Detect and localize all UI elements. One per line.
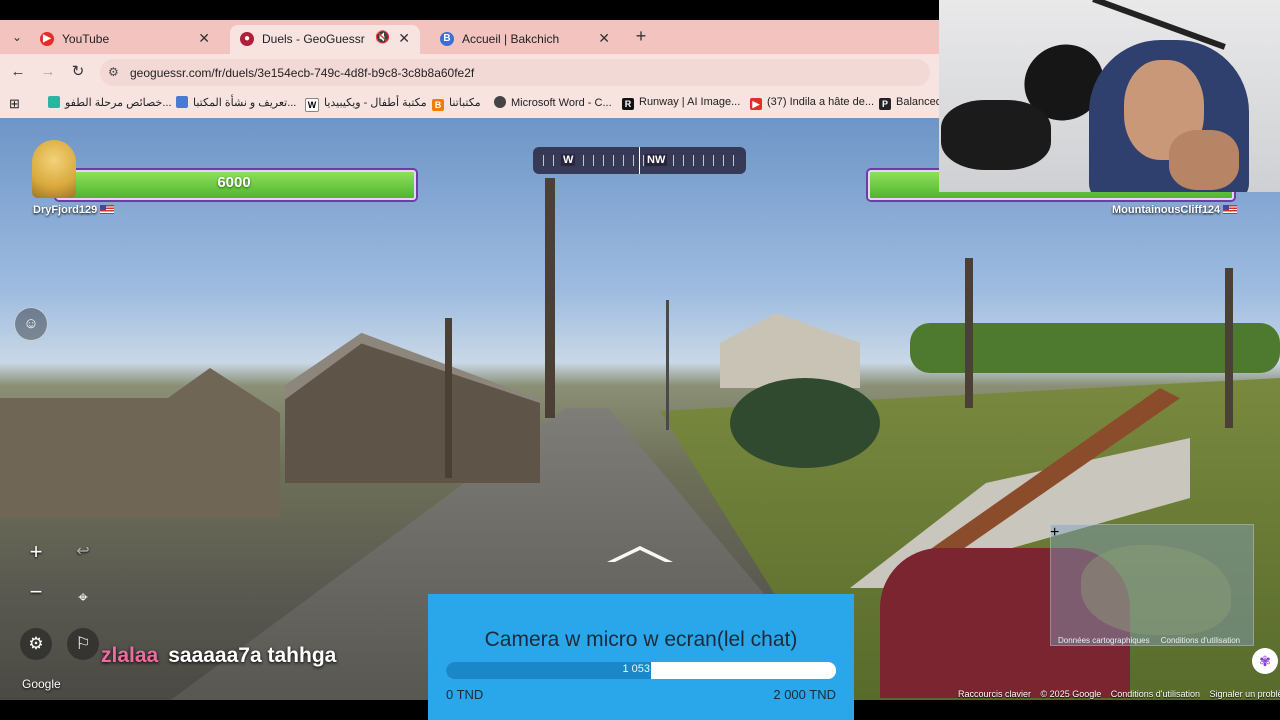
- globe-icon: [494, 96, 506, 108]
- close-icon[interactable]: ✕: [398, 30, 410, 47]
- back-arrow-icon[interactable]: ←: [8, 62, 28, 82]
- minimap-footer: Données cartographiques Conditions d'uti…: [1058, 636, 1240, 645]
- streamer-webcam: [939, 0, 1280, 192]
- bookmark-label: مكتباتنا: [449, 97, 481, 109]
- guess-minimap[interactable]: [1050, 524, 1254, 646]
- evergreen-bush: [730, 378, 880, 468]
- street-lamp: [666, 300, 669, 430]
- donation-goal-max: 2 000 TND: [773, 687, 836, 702]
- bookmark-label: تعريف و نشأة المكتبا...: [193, 97, 297, 109]
- bookmark-label: مكتبة أطفال - ويكيبيديا: [324, 97, 427, 109]
- address-bar[interactable]: ⚙ geoguessr.com/fr/duels/3e154ecb-749c-4…: [100, 59, 930, 86]
- location-pin-icon[interactable]: ⌖: [67, 582, 99, 614]
- minimap-zoom-in-icon[interactable]: +: [1050, 524, 1059, 542]
- new-tab-icon[interactable]: +: [632, 27, 650, 45]
- chat-message: saaaaa7a tahhga: [168, 644, 337, 667]
- tree-trunk: [545, 178, 555, 418]
- zoom-out-icon[interactable]: −: [24, 580, 48, 604]
- blogger-icon: B: [432, 99, 444, 111]
- tab-title: YouTube: [62, 32, 110, 46]
- tab-bakchich[interactable]: B Accueil | Bakchich ✕: [430, 25, 620, 54]
- reload-icon[interactable]: ↻: [68, 62, 88, 82]
- tab-title: Duels - GeoGuessr: [262, 32, 365, 46]
- geoguessr-pin-icon: ●: [240, 32, 254, 46]
- tab-search-icon[interactable]: ⌄: [6, 27, 28, 47]
- bookmark-item[interactable]: W مكتبة أطفال - ويكيبيديا: [305, 96, 427, 112]
- copyright-text: © 2025 Google: [1040, 689, 1102, 699]
- tree-trunk: [1225, 268, 1233, 428]
- stone-house: [0, 368, 280, 518]
- bookmark-item[interactable]: Microsoft Word - C...: [494, 96, 612, 112]
- player-left-name: DryFjord129: [33, 204, 115, 216]
- compass: W NW: [533, 147, 746, 174]
- runway-icon: R: [622, 98, 634, 110]
- extension-brain-icon[interactable]: ✾: [1252, 648, 1278, 674]
- minimap-land: [1081, 545, 1231, 635]
- apps-icon: [48, 96, 60, 108]
- tab-title: Accueil | Bakchich: [462, 32, 560, 46]
- keyboard-shortcuts-link[interactable]: Raccourcis clavier: [958, 689, 1031, 699]
- tab-youtube[interactable]: ▶ YouTube ✕: [30, 25, 220, 54]
- bookmark-item[interactable]: R Runway | AI Image...: [622, 96, 740, 112]
- player-name-text: DryFjord129: [33, 204, 98, 216]
- bakchich-b-icon: B: [440, 32, 454, 46]
- chat-username: zlalaa: [101, 644, 159, 667]
- bookmark-label: (37) Indila a hâte de...: [767, 96, 875, 108]
- youtube-icon: ▶: [750, 98, 762, 110]
- bookmark-item[interactable]: ▶ (37) Indila a hâte de...: [750, 96, 874, 112]
- chat-bubble-icon[interactable]: ☺: [14, 307, 48, 341]
- p-icon: P: [879, 98, 891, 110]
- bookmark-label: Microsoft Word - C...: [511, 97, 612, 109]
- bookmark-item[interactable]: خصائص مرحلة الطفو...: [48, 96, 172, 112]
- apps-grid-icon[interactable]: ⊞: [9, 96, 20, 112]
- tab-geoguessr[interactable]: ● Duels - GeoGuessr 🔇 ✕: [230, 25, 420, 54]
- bookmark-item[interactable]: تعريف و نشأة المكتبا...: [176, 96, 296, 112]
- player-left-health-value: 6000: [217, 174, 251, 191]
- player-right-name: MountainousCliff124: [1112, 204, 1238, 216]
- wikipedia-icon: W: [305, 98, 319, 112]
- forward-arrow-icon[interactable]: →: [38, 62, 58, 82]
- flag-icon[interactable]: ⚐: [67, 628, 99, 660]
- settings-gear-icon[interactable]: ⚙: [20, 628, 52, 660]
- google-footer-links: Raccourcis clavier © 2025 Google Conditi…: [958, 689, 1280, 699]
- us-flag-icon: [100, 205, 115, 214]
- minimap-footer-map-data: Données cartographiques: [1058, 636, 1150, 645]
- bookmark-label: Balanced: [896, 96, 942, 108]
- bookmark-label: Runway | AI Image...: [639, 96, 741, 108]
- distant-house: [720, 313, 860, 388]
- compass-northwest-label: NW: [645, 154, 668, 166]
- donation-goal-min: 0 TND: [446, 687, 484, 702]
- bookmark-label: خصائص مرحلة الطفو...: [65, 97, 172, 109]
- terms-link[interactable]: Conditions d'utilisation: [1111, 689, 1200, 699]
- doc-icon: [176, 96, 188, 108]
- muted-speaker-icon[interactable]: 🔇: [375, 30, 390, 44]
- player-left-avatar: [32, 140, 76, 198]
- player-name-text: MountainousCliff124: [1112, 204, 1221, 216]
- google-logo: Google: [22, 677, 61, 691]
- move-forward-arrow[interactable]: [607, 546, 673, 562]
- undo-icon[interactable]: ↩: [71, 540, 95, 564]
- us-flag-icon: [1223, 205, 1238, 214]
- compass-west-label: W: [561, 154, 576, 166]
- minimap-footer-terms[interactable]: Conditions d'utilisation: [1161, 636, 1240, 645]
- url-text: geoguessr.com/fr/duels/3e154ecb-749c-4d8…: [130, 66, 475, 80]
- site-info-icon[interactable]: ⚙: [108, 65, 119, 79]
- close-icon[interactable]: ✕: [198, 30, 210, 47]
- report-problem-link[interactable]: Signaler un problème: [1210, 689, 1280, 699]
- donation-goal-current: 1 053: [622, 663, 650, 675]
- donation-goal-title: Camera w micro w ecran(lel chat): [484, 628, 798, 651]
- zoom-in-icon[interactable]: +: [24, 540, 48, 564]
- microphone: [941, 100, 1051, 170]
- close-icon[interactable]: ✕: [598, 30, 610, 47]
- tree-trunk: [445, 318, 452, 478]
- bookmark-item[interactable]: B مكتباتنا: [432, 96, 481, 112]
- compass-heading-marker: [639, 147, 640, 174]
- bookmark-item[interactable]: P Balanced: [879, 96, 942, 112]
- stream-chat-line: zlalaa saaaaa7a tahhga: [101, 644, 336, 668]
- streamer-hand: [1169, 130, 1239, 190]
- tree-trunk: [965, 258, 973, 408]
- youtube-icon: ▶: [40, 32, 54, 46]
